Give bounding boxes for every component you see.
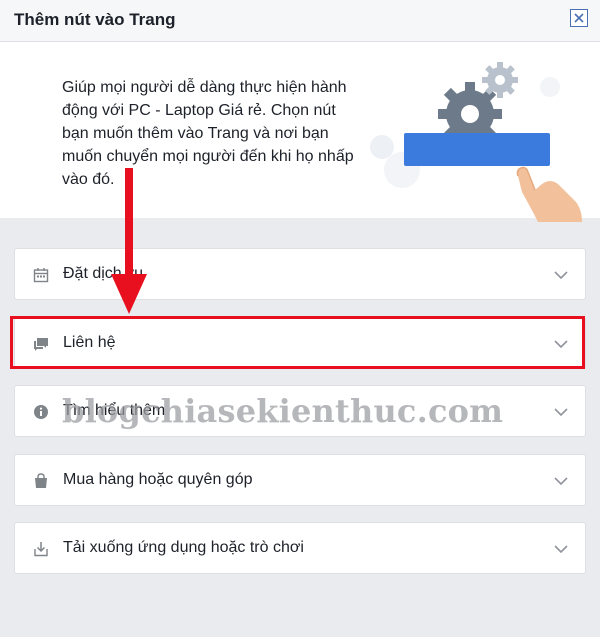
gears-hand-button-illustration <box>370 62 582 222</box>
button-options-list: Đặt dịch vụ Liên hệ Tìm hiểu thêm Mua hà… <box>0 218 600 637</box>
intro-description: Giúp mọi người dễ dàng thực hiện hành độ… <box>62 79 354 188</box>
chat-icon <box>34 338 48 351</box>
gear-small-icon <box>482 62 518 98</box>
option-download-app[interactable]: Tải xuống ứng dụng hoặc trò chơi <box>14 522 586 574</box>
option-label: Tìm hiểu thêm <box>63 402 166 419</box>
option-shop-donate[interactable]: Mua hàng hoặc quyên góp <box>14 454 586 506</box>
chevron-down-icon <box>554 477 568 486</box>
chevron-down-icon <box>554 271 568 280</box>
option-label: Tải xuống ứng dụng hoặc trò chơi <box>63 539 304 556</box>
chevron-down-icon <box>554 408 568 417</box>
option-contact[interactable]: Liên hệ <box>14 317 586 369</box>
calendar-icon <box>33 268 49 283</box>
shopping-bag-icon <box>35 473 47 488</box>
dialog-header: Thêm nút vào Trang <box>0 0 600 42</box>
option-label: Đặt dịch vụ <box>63 265 144 282</box>
pointing-hand-icon <box>516 166 582 222</box>
download-icon <box>34 542 48 557</box>
dialog-title: Thêm nút vào Trang <box>14 10 176 29</box>
intro-section: Giúp mọi người dễ dàng thực hiện hành độ… <box>0 42 600 222</box>
info-icon <box>34 405 48 419</box>
close-button[interactable] <box>570 9 588 27</box>
option-label: Liên hệ <box>63 334 116 351</box>
option-label: Mua hàng hoặc quyên góp <box>63 471 253 488</box>
chevron-down-icon <box>554 545 568 554</box>
option-book-service[interactable]: Đặt dịch vụ <box>14 248 586 300</box>
chevron-down-icon <box>554 340 568 349</box>
option-learn-more[interactable]: Tìm hiểu thêm <box>14 385 586 437</box>
close-icon <box>574 13 584 23</box>
add-button-dialog: Thêm nút vào Trang Giúp mọi người dễ dàn… <box>0 0 600 637</box>
